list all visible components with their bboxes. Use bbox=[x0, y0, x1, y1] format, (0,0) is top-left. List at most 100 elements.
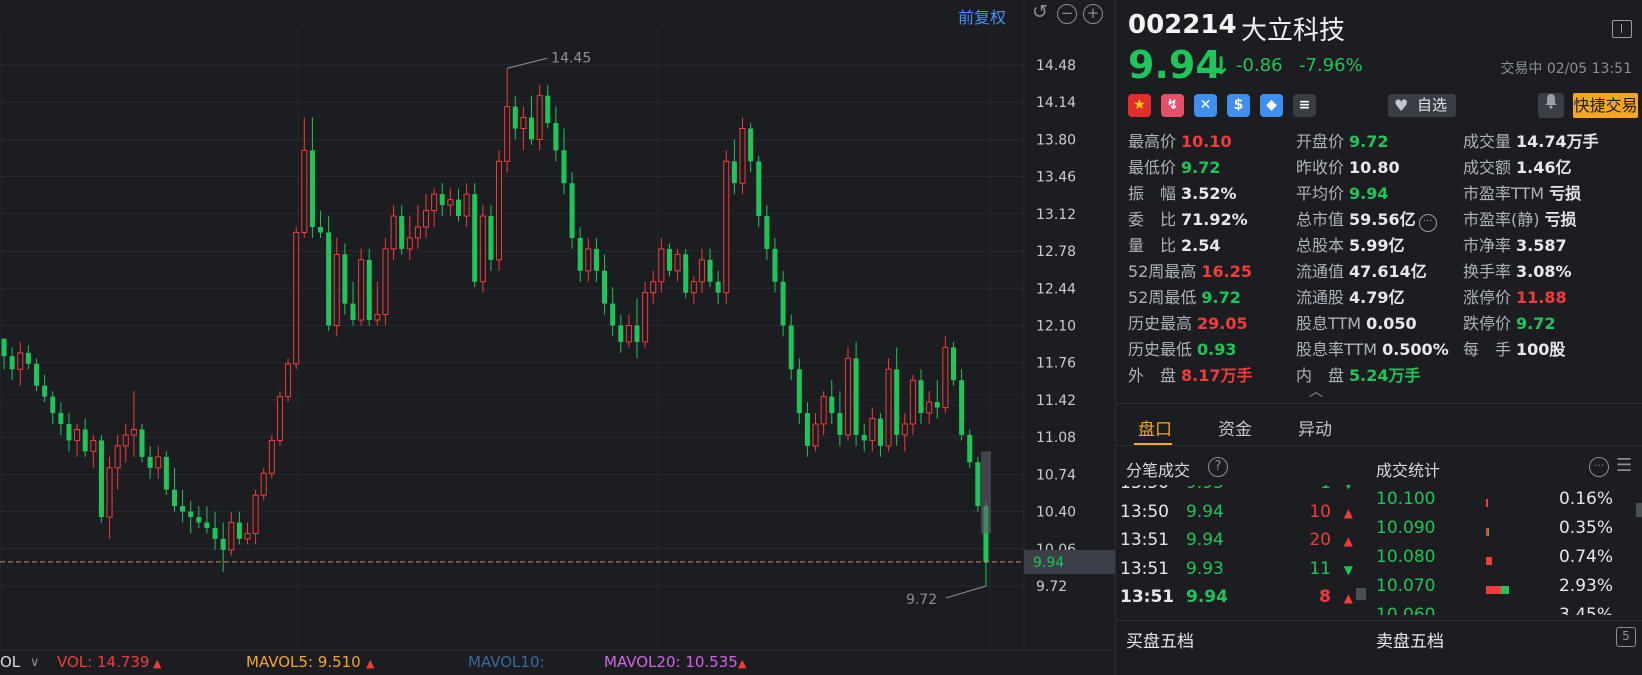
candle-body[interactable] bbox=[625, 325, 632, 343]
candle-body[interactable] bbox=[698, 259, 705, 283]
candle-body[interactable] bbox=[731, 161, 737, 184]
candle-body[interactable] bbox=[529, 117, 535, 140]
candle-body[interactable] bbox=[204, 522, 210, 528]
candle-body[interactable] bbox=[50, 396, 56, 414]
tab-unusual-moves[interactable]: 异动 bbox=[1298, 415, 1332, 440]
candle-body[interactable] bbox=[252, 494, 259, 534]
candle-body[interactable] bbox=[861, 434, 867, 441]
kline-chart-panel[interactable]: 14.48 14.14 13.80 13.46 13.12 12.78 12.44 12.10… bbox=[0, 0, 1115, 675]
candle-body[interactable] bbox=[82, 429, 88, 452]
tab-capital-flow[interactable]: 资金 bbox=[1218, 415, 1252, 440]
candle-body[interactable] bbox=[106, 467, 113, 518]
candle-body[interactable] bbox=[869, 418, 876, 441]
tab-orderbook[interactable]: 盘口 bbox=[1138, 415, 1172, 440]
tag-icon[interactable]: ◆ bbox=[1260, 94, 1283, 117]
indicator-dropdown-icon[interactable]: ∨ bbox=[30, 650, 40, 675]
candle-body[interactable] bbox=[674, 253, 681, 272]
candle-body[interactable] bbox=[90, 439, 97, 452]
trade-stats-list[interactable]: 10.100 0.16% 10.090 0.35% 10.080 0.74% 10.070 2… bbox=[1371, 485, 1642, 615]
candle-body[interactable] bbox=[333, 253, 340, 326]
candle-body[interactable] bbox=[447, 199, 454, 206]
candle-body[interactable] bbox=[276, 396, 283, 441]
candle-body[interactable] bbox=[520, 117, 527, 129]
candle-body[interactable] bbox=[723, 160, 730, 294]
candle-body[interactable] bbox=[634, 325, 640, 342]
depth-level-icon[interactable]: 5 bbox=[1616, 627, 1636, 647]
candle-body[interactable] bbox=[796, 369, 802, 414]
candle-body[interactable] bbox=[423, 210, 430, 228]
tick-scrollbar[interactable] bbox=[1356, 588, 1366, 600]
reset-icon[interactable]: ↺ bbox=[1030, 3, 1050, 24]
candle-body[interactable] bbox=[715, 281, 721, 293]
candle-body[interactable] bbox=[950, 347, 956, 381]
candle-body[interactable] bbox=[959, 380, 965, 435]
candle-body[interactable] bbox=[34, 363, 40, 386]
candle-body[interactable] bbox=[756, 161, 762, 217]
candle-body[interactable] bbox=[366, 259, 372, 321]
candle-body[interactable] bbox=[918, 380, 924, 414]
candle-body[interactable] bbox=[17, 352, 24, 370]
candle-body[interactable] bbox=[244, 532, 251, 540]
candle-body[interactable] bbox=[188, 511, 194, 518]
candle-body[interactable] bbox=[268, 439, 275, 474]
candle-body[interactable] bbox=[561, 150, 567, 184]
candle-body[interactable] bbox=[764, 216, 770, 249]
candle-body[interactable] bbox=[406, 237, 413, 250]
candle-body[interactable] bbox=[463, 193, 470, 217]
candle-body[interactable] bbox=[42, 385, 48, 397]
note-icon[interactable]: ≡ bbox=[1293, 94, 1316, 117]
candle-body[interactable] bbox=[690, 281, 697, 294]
help-icon[interactable]: ? bbox=[1208, 457, 1228, 477]
adjust-restore-button[interactable]: 前复权 bbox=[958, 4, 1006, 28]
candle-body[interactable] bbox=[228, 522, 235, 551]
candle-body[interactable] bbox=[748, 128, 754, 162]
rocket-icon[interactable]: ↯ bbox=[1161, 94, 1184, 117]
candle-body[interactable] bbox=[504, 106, 511, 162]
candle-body[interactable] bbox=[414, 226, 421, 239]
candle-body[interactable] bbox=[942, 346, 949, 409]
candle-body[interactable] bbox=[894, 369, 900, 435]
candle-body[interactable] bbox=[171, 489, 177, 507]
candle-body[interactable] bbox=[180, 506, 186, 512]
candle-body[interactable] bbox=[618, 325, 624, 342]
candle-body[interactable] bbox=[926, 401, 933, 414]
candle-body[interactable] bbox=[553, 123, 559, 151]
candle-body[interactable] bbox=[301, 149, 308, 233]
candle-body[interactable] bbox=[707, 259, 713, 282]
candle-body[interactable] bbox=[122, 434, 129, 447]
candle-body[interactable] bbox=[431, 193, 438, 212]
candle-body[interactable] bbox=[439, 194, 445, 206]
candle-body[interactable] bbox=[382, 248, 389, 316]
kline-chart[interactable]: 14.48 14.14 13.80 13.46 13.12 12.78 12.44 12.10… bbox=[0, 0, 1115, 675]
candle-body[interactable] bbox=[666, 248, 672, 271]
candle-body[interactable] bbox=[909, 379, 916, 425]
candle-body[interactable] bbox=[642, 292, 649, 343]
candle-body[interactable] bbox=[739, 127, 746, 184]
candle-body[interactable] bbox=[66, 424, 72, 441]
candle-body[interactable] bbox=[496, 160, 503, 261]
candle-body[interactable] bbox=[342, 254, 348, 304]
candle-body[interactable] bbox=[212, 527, 218, 539]
candle-body[interactable] bbox=[885, 368, 892, 447]
candle-body[interactable] bbox=[196, 517, 202, 523]
candle-body[interactable] bbox=[829, 396, 835, 414]
alert-bell-icon[interactable] bbox=[1538, 93, 1564, 118]
candle-body[interactable] bbox=[569, 183, 575, 238]
candle-body[interactable] bbox=[901, 423, 908, 436]
candle-body[interactable] bbox=[399, 216, 405, 249]
candle-body[interactable] bbox=[934, 402, 940, 408]
zoom-out-icon[interactable]: − bbox=[1057, 4, 1077, 24]
panel-toggle-icon[interactable] bbox=[1612, 20, 1632, 38]
candle-body[interactable] bbox=[844, 357, 852, 436]
candle-body[interactable] bbox=[658, 248, 665, 283]
candle-body[interactable] bbox=[58, 413, 64, 425]
candle-body[interactable] bbox=[155, 456, 162, 469]
candle-body[interactable] bbox=[309, 150, 315, 227]
candle-body[interactable] bbox=[479, 215, 486, 283]
collapse-caret-icon[interactable]: ︿ bbox=[1309, 381, 1323, 401]
candle-body[interactable] bbox=[545, 95, 551, 124]
add-watchlist-button[interactable]: ♥ 自选 bbox=[1388, 94, 1456, 117]
candle-body[interactable] bbox=[74, 428, 81, 441]
candle-body[interactable] bbox=[318, 226, 324, 233]
candle-body[interactable] bbox=[488, 216, 494, 260]
